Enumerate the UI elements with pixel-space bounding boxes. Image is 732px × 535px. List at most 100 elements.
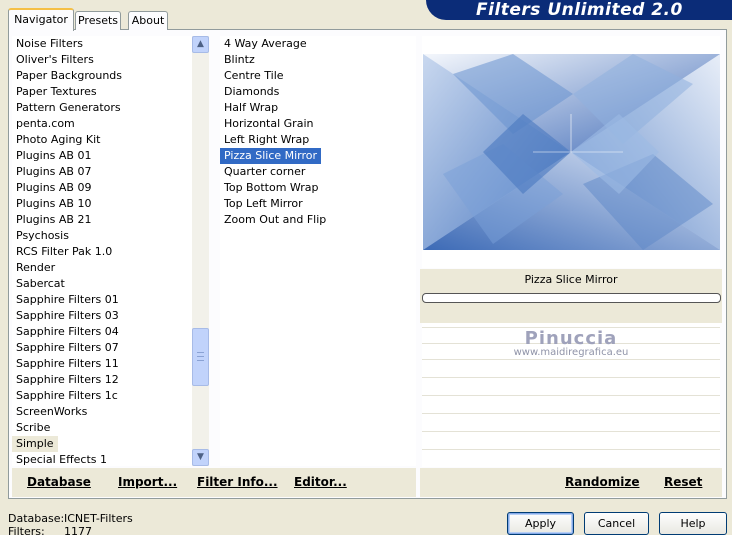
preview-area: [422, 36, 720, 268]
list-item-label: Plugins AB 10: [16, 197, 92, 210]
grip-icon: [197, 352, 204, 361]
list-item[interactable]: Noise Filters: [12, 36, 192, 52]
list-item[interactable]: Blintz: [220, 52, 416, 68]
watermark: Pinuccia www.maidiregrafica.eu: [422, 328, 720, 358]
category-list[interactable]: Noise Filters Oliver's Filters Paper Backg…: [12, 36, 192, 466]
list-item-label: Zoom Out and Flip: [224, 213, 327, 226]
list-item[interactable]: Sapphire Filters 04: [12, 324, 192, 340]
list-item-label: Simple: [12, 436, 58, 452]
scroll-down-button[interactable]: ▼: [192, 449, 209, 466]
list-item[interactable]: ScreenWorks: [12, 404, 192, 420]
status-area: Database:ICNET-Filters Filters: 1177: [8, 512, 133, 535]
list-item[interactable]: penta.com: [12, 116, 192, 132]
filter-name-bar: Pizza Slice Mirror: [420, 269, 722, 323]
list-item[interactable]: Render: [12, 260, 192, 276]
list-item-label: Render: [16, 261, 56, 274]
list-item[interactable]: Paper Textures: [12, 84, 192, 100]
list-item-label: Pizza Slice Mirror: [220, 148, 322, 164]
list-item-label: Plugins AB 21: [16, 213, 92, 226]
import-button[interactable]: Import...: [118, 475, 177, 490]
scroll-thumb[interactable]: [192, 328, 209, 386]
list-item[interactable]: Sapphire Filters 01: [12, 292, 192, 308]
list-item-label: Sapphire Filters 04: [16, 325, 119, 338]
list-item[interactable]: Left Right Wrap: [220, 132, 416, 148]
list-item[interactable]: Sapphire Filters 11: [12, 356, 192, 372]
scroll-up-button[interactable]: ▲: [192, 36, 209, 53]
list-item-label: Sapphire Filters 11: [16, 357, 119, 370]
list-item[interactable]: Sabercat: [12, 276, 192, 292]
list-item-label: Scribe: [16, 421, 51, 434]
list-item-label: Sapphire Filters 01: [16, 293, 119, 306]
list-item[interactable]: Psychosis: [12, 228, 192, 244]
list-item-label: Oliver's Filters: [16, 53, 94, 66]
list-item[interactable]: Scribe: [12, 420, 192, 436]
list-item-label: Horizontal Grain: [224, 117, 314, 130]
list-item-label: Plugins AB 01: [16, 149, 92, 162]
filter-info-button[interactable]: Filter Info...: [197, 475, 278, 490]
randomize-button[interactable]: Randomize: [565, 475, 639, 490]
tab-presets[interactable]: Presets: [75, 11, 121, 30]
list-item[interactable]: Pizza Slice Mirror: [220, 148, 416, 164]
list-item[interactable]: Plugins AB 10: [12, 196, 192, 212]
tab-navigator[interactable]: Navigator: [8, 8, 74, 31]
list-item-label: Photo Aging Kit: [16, 133, 101, 146]
list-item[interactable]: Zoom Out and Flip: [220, 212, 416, 228]
app-title-banner: Filters Unlimited 2.0: [426, 0, 732, 20]
reset-button[interactable]: Reset: [664, 475, 702, 490]
category-scrollbar[interactable]: ▲ ▼: [192, 36, 209, 466]
list-item-label: Centre Tile: [224, 69, 284, 82]
list-item[interactable]: Special Effects 1: [12, 452, 192, 466]
list-item[interactable]: Plugins AB 01: [12, 148, 192, 164]
list-item[interactable]: RCS Filter Pak 1.0: [12, 244, 192, 260]
list-item[interactable]: 4 Way Average: [220, 36, 416, 52]
list-item[interactable]: Horizontal Grain: [220, 116, 416, 132]
cancel-button[interactable]: Cancel: [584, 512, 649, 535]
list-item[interactable]: Diamonds: [220, 84, 416, 100]
list-item[interactable]: Pattern Generators: [12, 100, 192, 116]
param-divider: [422, 377, 720, 378]
list-item-label: Paper Textures: [16, 85, 97, 98]
param-divider: [422, 395, 720, 396]
database-button[interactable]: Database: [27, 475, 91, 490]
list-item-label: Psychosis: [16, 229, 69, 242]
list-item-label: penta.com: [16, 117, 75, 130]
list-item[interactable]: Sapphire Filters 12: [12, 372, 192, 388]
list-item[interactable]: Sapphire Filters 03: [12, 308, 192, 324]
watermark-title: Pinuccia: [524, 328, 618, 349]
list-item[interactable]: Quarter corner: [220, 164, 416, 180]
param-divider: [422, 431, 720, 432]
editor-button[interactable]: Editor...: [294, 475, 347, 490]
list-item-label: Top Left Mirror: [224, 197, 303, 210]
list-item-label: Diamonds: [224, 85, 280, 98]
help-button[interactable]: Help: [659, 512, 727, 535]
list-item-label: Half Wrap: [224, 101, 279, 114]
list-item-label: Sapphire Filters 12: [16, 373, 119, 386]
left-button-bar: Database Import... Filter Info... Editor…: [12, 468, 416, 497]
list-item[interactable]: Plugins AB 09: [12, 180, 192, 196]
apply-button[interactable]: Apply: [507, 512, 574, 535]
list-item[interactable]: Simple: [12, 436, 192, 452]
list-item[interactable]: Plugins AB 21: [12, 212, 192, 228]
list-item-label: Paper Backgrounds: [16, 69, 123, 82]
filter-list[interactable]: 4 Way Average Blintz Centre Tile Diamonds Ha…: [220, 36, 416, 466]
list-item[interactable]: Top Bottom Wrap: [220, 180, 416, 196]
list-item[interactable]: Plugins AB 07: [12, 164, 192, 180]
list-item[interactable]: Centre Tile: [220, 68, 416, 84]
list-item[interactable]: Paper Backgrounds: [12, 68, 192, 84]
list-item[interactable]: Photo Aging Kit: [12, 132, 192, 148]
param-divider: [422, 449, 720, 450]
list-item[interactable]: Oliver's Filters: [12, 52, 192, 68]
list-item-label: Sapphire Filters 07: [16, 341, 119, 354]
list-item-label: Sabercat: [16, 277, 65, 290]
list-item-label: RCS Filter Pak 1.0: [16, 245, 113, 258]
watermark-url: www.maidiregrafica.eu: [513, 347, 629, 358]
list-item-label: Quarter corner: [224, 165, 306, 178]
list-item-label: Pattern Generators: [16, 101, 121, 114]
database-value: ICNET-Filters: [64, 512, 133, 525]
list-item[interactable]: Half Wrap: [220, 100, 416, 116]
list-item[interactable]: Sapphire Filters 1c: [12, 388, 192, 404]
list-item[interactable]: Top Left Mirror: [220, 196, 416, 212]
list-item[interactable]: Sapphire Filters 07: [12, 340, 192, 356]
list-item-label: Sapphire Filters 03: [16, 309, 119, 322]
tab-about[interactable]: About: [128, 11, 168, 30]
